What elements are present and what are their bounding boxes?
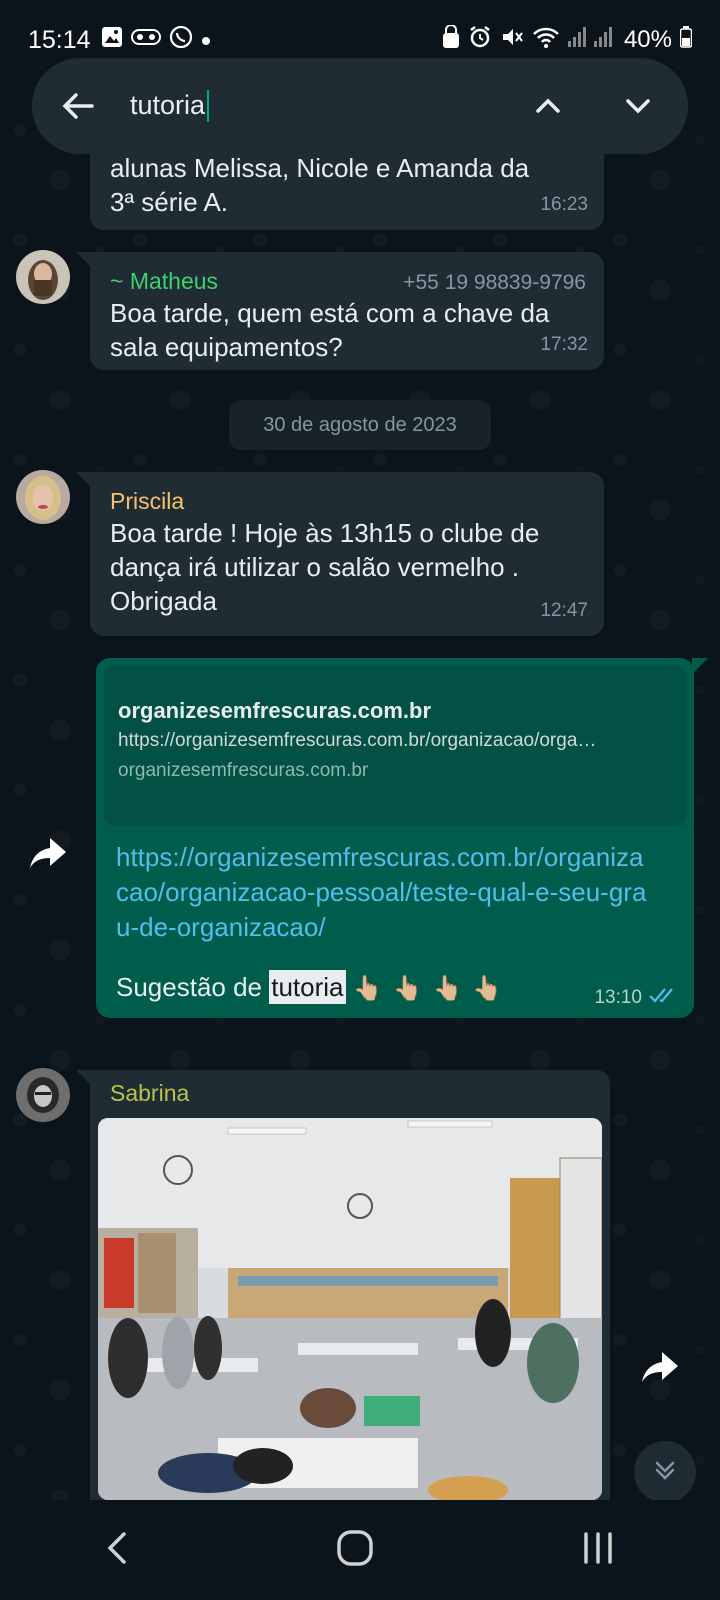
link-preview-title: organizesemfrescuras.com.br (118, 698, 432, 723)
whatsapp-icon (169, 25, 193, 55)
message-priscila[interactable]: Priscila Boa tarde ! Hoje às 13h15 o clu… (76, 472, 604, 636)
mute-icon (500, 25, 524, 56)
message-link[interactable]: https://organizesemfrescuras.com.br/orga… (116, 840, 656, 945)
avatar-sabrina[interactable] (16, 1068, 70, 1122)
nav-home-icon[interactable] (335, 1528, 375, 1573)
gallery-icon (101, 26, 123, 54)
chevron-up-icon[interactable] (530, 88, 566, 129)
message-text: Boa tarde ! Hoje às 13h15 o clube de dan… (110, 518, 540, 616)
back-arrow-icon[interactable] (58, 86, 98, 126)
message-meta: 13:10 (594, 986, 678, 1010)
avatar-matheus[interactable] (16, 250, 70, 304)
security-icon (442, 23, 460, 56)
sender-name[interactable]: Priscila (110, 486, 584, 516)
text-caret (207, 90, 210, 123)
scroll-to-bottom-button[interactable] (634, 1441, 696, 1503)
status-right: 40% (442, 23, 693, 56)
search-input[interactable]: tutoria (130, 89, 210, 123)
message-matheus[interactable]: ~ Matheus +55 19 98839-9796 Boa tarde, q… (76, 252, 604, 370)
date-divider: 30 de agosto de 2023 (229, 400, 491, 450)
message-text: Sugestão de tutoria 👆🏼👆🏼👆🏼👆🏼 (116, 968, 512, 1008)
search-highlight: tutoria (269, 970, 346, 1004)
wifi-icon (532, 25, 560, 56)
dot-icon (201, 29, 211, 52)
message-photo[interactable] (98, 1118, 602, 1500)
link-preview-card[interactable]: organizesemfrescuras.com.br https://orga… (104, 666, 686, 826)
double-chevron-down-icon (650, 1455, 680, 1490)
partial-line-2: 3ª série A. (110, 187, 229, 217)
message-time: 16:23 (540, 194, 588, 215)
signal-icon (567, 26, 616, 55)
message-time: 17:32 (540, 334, 588, 355)
system-nav-bar (0, 1500, 720, 1600)
chevron-down-icon[interactable] (620, 88, 656, 129)
clock: 15:14 (28, 25, 91, 54)
battery-icon (679, 25, 693, 55)
avatar-priscila[interactable] (16, 470, 70, 524)
sender-phone: +55 19 98839-9796 (403, 271, 586, 294)
message-time: 13:10 (594, 987, 642, 1008)
message-outgoing[interactable]: organizesemfrescuras.com.br https://orga… (96, 658, 708, 1018)
partial-line-1: alunas Melissa, Nicole e Amanda da (110, 153, 530, 183)
search-query: tutoria (130, 89, 206, 120)
link-preview-url: https://organizesemfrescuras.com.br/orga… (118, 730, 597, 751)
search-bar: tutoria (32, 58, 688, 154)
message-text: Boa tarde, quem está com a chave da sala… (110, 298, 550, 362)
nav-back-icon[interactable] (102, 1528, 132, 1573)
battery-percent: 40% (623, 26, 672, 53)
alarm-icon (468, 25, 492, 56)
sender-name[interactable]: Sabrina (110, 1078, 189, 1108)
forward-icon[interactable] (24, 828, 72, 876)
voicemail-icon (130, 28, 161, 52)
link-preview-domain: organizesemfrescuras.com.br (118, 760, 369, 781)
nav-recents-icon[interactable] (578, 1528, 618, 1573)
double-check-icon (648, 986, 678, 1010)
forward-icon[interactable] (636, 1342, 684, 1390)
text-before-highlight: Sugestão de (116, 972, 270, 1002)
message-time: 12:47 (540, 600, 588, 621)
pointing-up-emoji: 👆🏼👆🏼👆🏼👆🏼 (352, 975, 513, 1002)
